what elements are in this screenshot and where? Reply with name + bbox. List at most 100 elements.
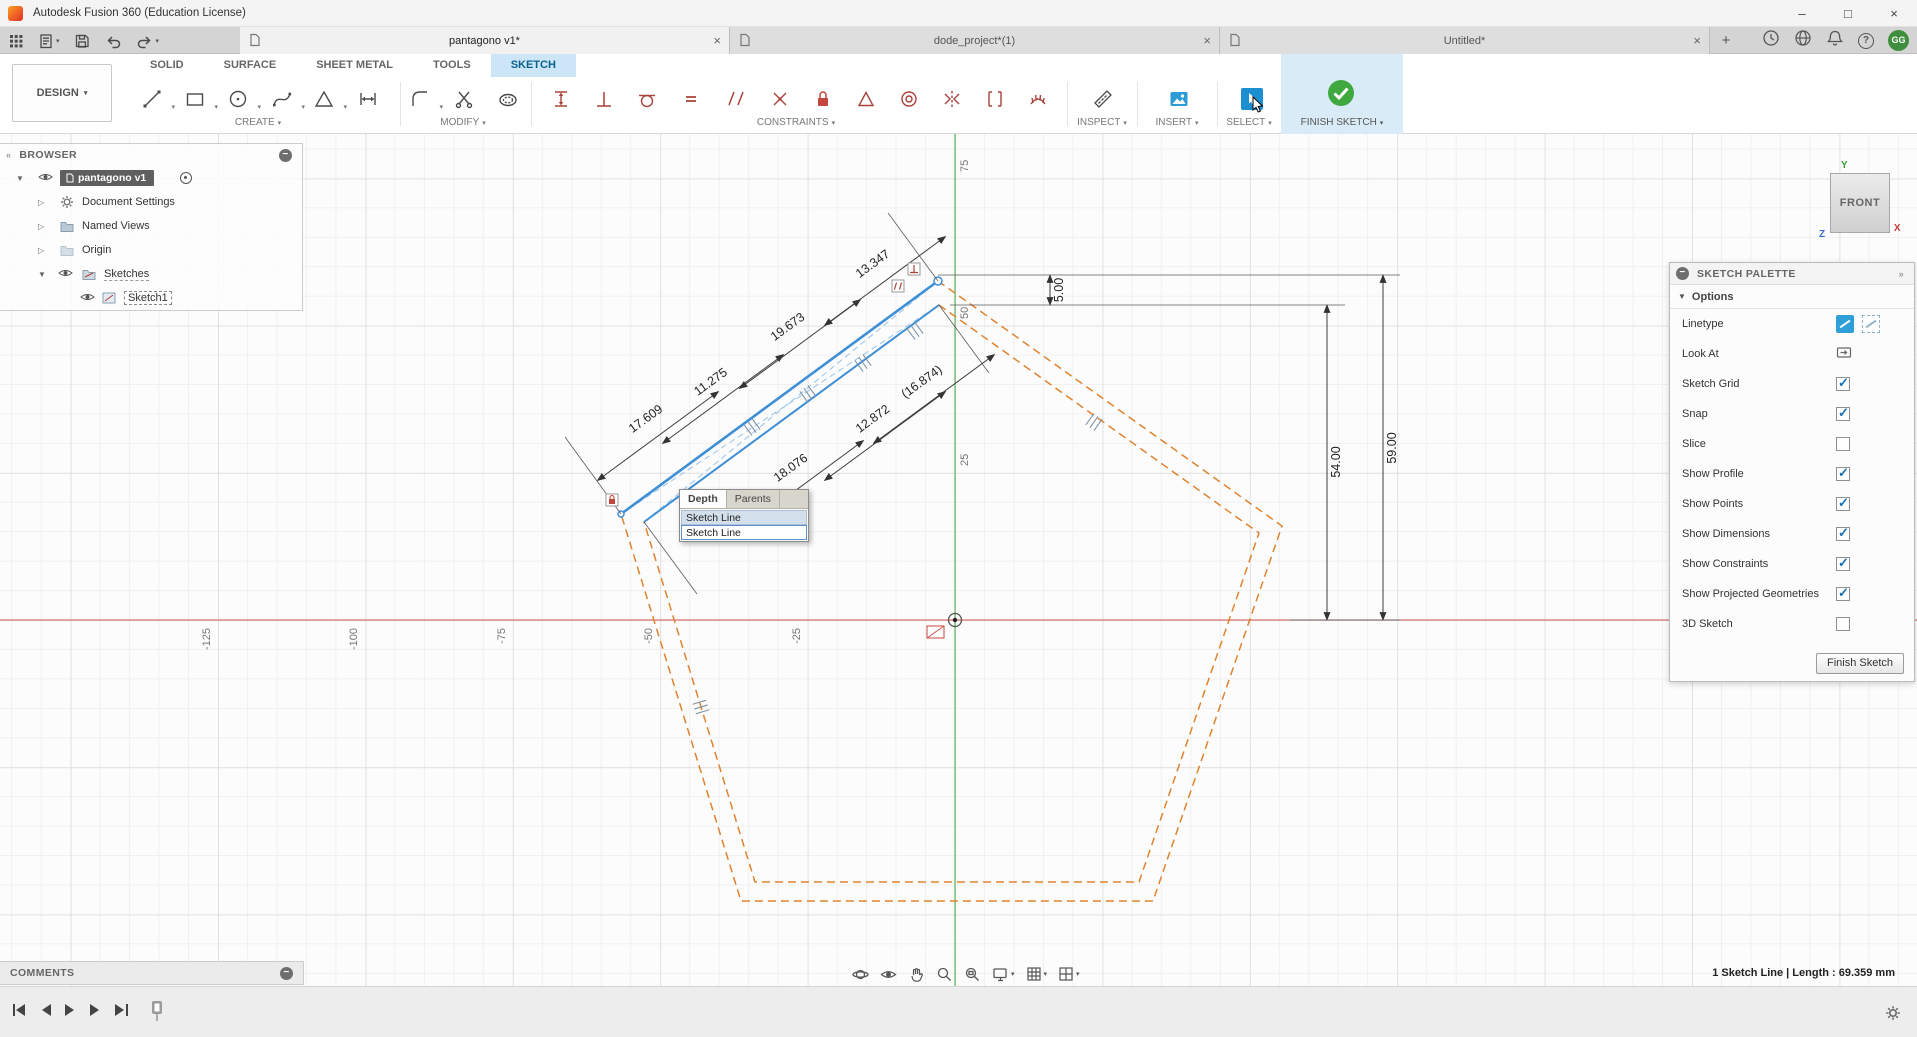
- timeline-settings-gear-icon[interactable]: [1885, 1005, 1901, 1026]
- symmetry-constraint-button[interactable]: [937, 84, 967, 114]
- tangent-constraint-button[interactable]: [632, 84, 662, 114]
- dimension-label[interactable]: 54.00: [1329, 446, 1343, 477]
- grid-settings-icon[interactable]: ▾: [1026, 966, 1047, 982]
- fix-constraint-button[interactable]: [808, 84, 838, 114]
- finish-sketch-button[interactable]: [1326, 78, 1356, 113]
- linetype-centerline-icon[interactable]: [1862, 315, 1880, 333]
- sketch-dimension-button[interactable]: [546, 84, 576, 114]
- expand-panel-icon[interactable]: »: [1899, 269, 1904, 279]
- look-at-icon[interactable]: [1836, 346, 1854, 363]
- circle-tool-button[interactable]: ▾: [223, 84, 261, 114]
- ribbon-tab-tools[interactable]: TOOLS: [413, 54, 491, 77]
- tree-closed-icon[interactable]: ▷: [38, 198, 44, 207]
- pan-icon[interactable]: [908, 966, 925, 983]
- rectangle-tool-button[interactable]: ▾: [180, 84, 218, 114]
- modify-group-label[interactable]: MODIFY ▾: [440, 117, 485, 128]
- 3d-sketch-checkbox[interactable]: ✓: [1836, 617, 1850, 631]
- activate-component-icon[interactable]: [180, 172, 192, 184]
- trim-tool-button[interactable]: [450, 84, 480, 114]
- viewcube[interactable]: FRONT Y X Z: [1819, 160, 1900, 240]
- collapse-panel-icon[interactable]: «: [6, 150, 11, 160]
- workspace-selector[interactable]: DESIGN ▾: [12, 64, 112, 122]
- snap-checkbox[interactable]: ✓: [1836, 405, 1850, 421]
- measure-tool-button[interactable]: [1088, 84, 1118, 114]
- dimension-tool-button[interactable]: [353, 84, 383, 114]
- skip-to-end-button[interactable]: [114, 1003, 129, 1022]
- tree-open-icon[interactable]: ▼: [16, 174, 24, 183]
- step-back-button[interactable]: [39, 1003, 52, 1022]
- visibility-eye-icon[interactable]: [80, 292, 95, 305]
- insert-group-label[interactable]: INSERT ▾: [1155, 117, 1198, 128]
- concentric-constraint-button[interactable]: [894, 84, 924, 114]
- options-section-header[interactable]: ▼ Options: [1670, 285, 1914, 309]
- popup-item-sketch-line-1[interactable]: Sketch Line: [681, 510, 807, 525]
- viewports-icon[interactable]: ▾: [1058, 966, 1080, 982]
- visibility-eye-icon[interactable]: [38, 172, 53, 185]
- display-settings-icon[interactable]: ▾: [992, 966, 1015, 983]
- sketch-grid-checkbox[interactable]: ✓: [1836, 375, 1850, 391]
- document-root-badge[interactable]: pantagono v1: [60, 170, 155, 186]
- document-tab-3[interactable]: Untitled* ×: [1220, 27, 1710, 54]
- panel-minimize-icon[interactable]: −: [279, 148, 292, 162]
- minimize-button[interactable]: –: [1779, 0, 1825, 27]
- browser-row-sketch1[interactable]: Sketch1: [0, 286, 302, 310]
- notifications-bell-icon[interactable]: [1826, 29, 1844, 52]
- file-menu-icon[interactable]: ▾: [38, 33, 60, 49]
- constraint-badge-parallel[interactable]: [891, 279, 905, 293]
- dimension-label[interactable]: 59.00: [1385, 432, 1399, 463]
- popup-tab-depth[interactable]: Depth: [680, 490, 727, 508]
- polygon-tool-button[interactable]: ▾: [309, 84, 347, 114]
- constraint-badge-perpendicular[interactable]: [907, 262, 921, 276]
- spline-tool-button[interactable]: ▾: [267, 84, 305, 114]
- orbit-icon[interactable]: [852, 966, 869, 983]
- show-projected-geometries-checkbox[interactable]: ✓: [1836, 585, 1850, 601]
- browser-row-document-settings[interactable]: ▷ Document Settings: [0, 190, 302, 214]
- document-tab-1[interactable]: pantagono v1* ×: [240, 27, 730, 54]
- timeline-position-marker[interactable]: [148, 999, 166, 1028]
- tree-open-icon[interactable]: ▼: [38, 270, 46, 279]
- tab-close-icon[interactable]: ×: [1203, 33, 1211, 48]
- viewcube-face-label[interactable]: FRONT: [1840, 197, 1880, 209]
- history-clock-icon[interactable]: [1762, 29, 1780, 52]
- parallel-constraint-button[interactable]: [721, 84, 751, 114]
- linetype-construction-icon[interactable]: [1836, 315, 1854, 333]
- play-button[interactable]: [64, 1003, 77, 1022]
- coincident-constraint-button[interactable]: [765, 84, 795, 114]
- show-dimensions-checkbox[interactable]: ✓: [1836, 525, 1850, 541]
- curvature-constraint-button[interactable]: [1023, 84, 1053, 114]
- constraints-group-label[interactable]: CONSTRAINTS ▾: [757, 117, 835, 128]
- skip-to-start-button[interactable]: [12, 1003, 27, 1022]
- tab-close-icon[interactable]: ×: [1693, 33, 1701, 48]
- ribbon-tab-solid[interactable]: SOLID: [130, 54, 204, 77]
- undo-icon[interactable]: [104, 33, 122, 49]
- equal-constraint-button[interactable]: [676, 84, 706, 114]
- collinear-constraint-button[interactable]: [980, 84, 1010, 114]
- popup-item-sketch-line-2[interactable]: Sketch Line: [681, 525, 807, 540]
- midpoint-constraint-button[interactable]: [851, 84, 881, 114]
- ribbon-tab-sheet-metal[interactable]: SHEET METAL: [296, 54, 413, 77]
- constraint-badge-fix[interactable]: [605, 493, 619, 507]
- create-group-label[interactable]: CREATE ▾: [235, 117, 281, 128]
- browser-row-named-views[interactable]: ▷ Named Views: [0, 214, 302, 238]
- browser-row-sketches[interactable]: ▼ Sketches: [0, 262, 302, 286]
- step-forward-button[interactable]: [89, 1003, 102, 1022]
- save-icon[interactable]: [74, 33, 90, 49]
- finish-sketch-label[interactable]: FINISH SKETCH ▾: [1301, 117, 1384, 128]
- line-tool-button[interactable]: ▾: [137, 84, 175, 114]
- tree-closed-icon[interactable]: ▷: [38, 222, 44, 231]
- slice-checkbox[interactable]: ✓: [1836, 437, 1850, 451]
- apps-grid-icon[interactable]: [8, 33, 24, 49]
- offset-tool-button[interactable]: [493, 84, 523, 114]
- show-points-checkbox[interactable]: ✓: [1836, 495, 1850, 511]
- browser-root-row[interactable]: ▼ pantagono v1: [0, 166, 302, 190]
- panel-minimize-icon[interactable]: −: [1676, 267, 1689, 280]
- fit-icon[interactable]: [964, 966, 981, 983]
- insert-image-button[interactable]: [1164, 84, 1194, 114]
- maximize-button[interactable]: □: [1825, 0, 1871, 27]
- browser-row-origin[interactable]: ▷ Origin: [0, 238, 302, 262]
- new-tab-button[interactable]: +: [1716, 31, 1736, 51]
- finish-sketch-palette-button[interactable]: Finish Sketch: [1816, 653, 1904, 674]
- inspect-group-label[interactable]: INSPECT ▾: [1077, 117, 1127, 128]
- document-tab-2[interactable]: dode_project*(1) ×: [730, 27, 1220, 54]
- ribbon-tab-sketch[interactable]: SKETCH: [490, 54, 576, 77]
